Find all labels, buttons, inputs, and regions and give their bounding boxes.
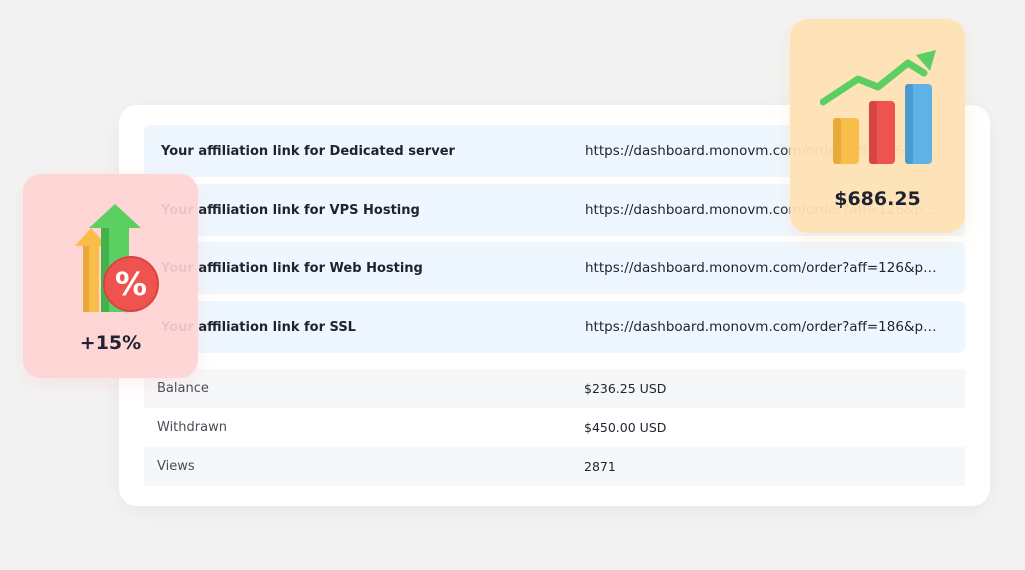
svg-text:%: % <box>115 265 147 303</box>
affiliate-link-row-ssl: Your affiliation link for SSL https://da… <box>144 301 965 353</box>
bar-chart-growth-icon <box>820 50 936 164</box>
stat-label: Balance <box>157 381 209 396</box>
affiliate-link-label: Your affiliation link for Dedicated serv… <box>161 143 455 159</box>
earnings-badge-value: $686.25 <box>834 188 921 210</box>
growth-badge: % +15% <box>23 174 198 378</box>
affiliate-link-label: Your affiliation link for Web Hosting <box>161 260 423 276</box>
stat-row-views: Views 2871 <box>144 447 965 486</box>
stat-label: Views <box>157 459 195 474</box>
stat-row-withdrawn: Withdrawn $450.00 USD <box>144 408 965 447</box>
affiliate-link-row-web: Your affiliation link for Web Hosting ht… <box>144 242 965 294</box>
affiliate-link-label: Your affiliation link for VPS Hosting <box>161 202 420 218</box>
growth-badge-value: +15% <box>79 332 142 354</box>
stat-value: $450.00 USD <box>584 420 667 435</box>
stat-value: $236.25 USD <box>584 381 667 396</box>
stat-value: 2871 <box>584 459 616 474</box>
percent-growth-icon: % <box>75 204 159 312</box>
affiliate-link-url[interactable]: https://dashboard.monovm.com/order?aff=1… <box>585 319 945 335</box>
affiliate-link-url[interactable]: https://dashboard.monovm.com/order?aff=1… <box>585 260 945 276</box>
earnings-badge: $686.25 <box>790 19 965 233</box>
stat-row-balance: Balance $236.25 USD <box>144 369 965 408</box>
stat-label: Withdrawn <box>157 420 227 435</box>
